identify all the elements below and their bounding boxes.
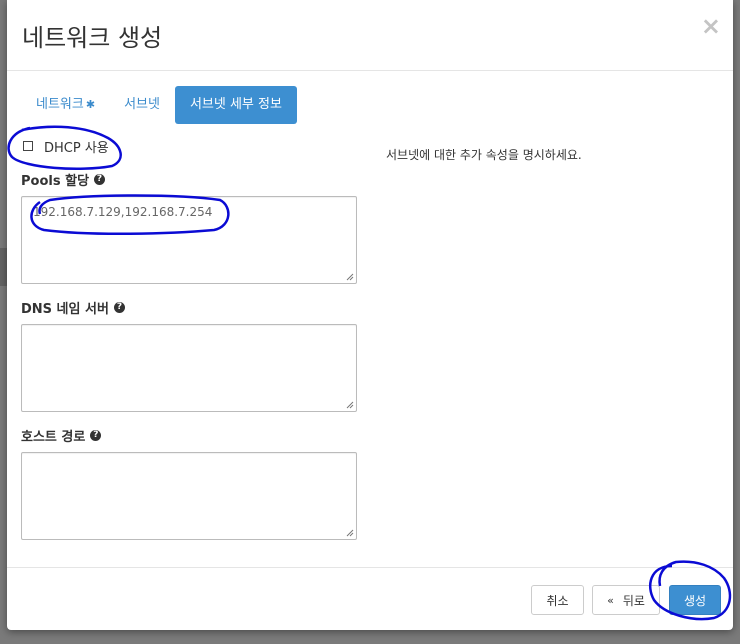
resize-grip-icon[interactable]: [346, 529, 354, 537]
create-button[interactable]: 생성: [669, 585, 721, 615]
tab-subnet-details[interactable]: 서브넷 세부 정보: [174, 86, 297, 124]
dns-textarea[interactable]: [21, 324, 357, 412]
resize-grip-icon[interactable]: [346, 401, 354, 409]
question-circle-icon: ?: [94, 174, 106, 185]
question-circle-icon: ?: [90, 430, 102, 441]
modal-title: 네트워크 생성: [22, 24, 163, 52]
pools-textarea[interactable]: 192.168.7.129,192.168.7.254: [21, 196, 357, 284]
help-text: 서브넷에 대한 추가 속성을 명시하세요.: [386, 148, 582, 162]
modal-header: 네트워크 생성 ×: [7, 0, 733, 71]
back-button-label: 뒤로: [622, 593, 645, 608]
pools-label: Pools 할당 ?: [21, 170, 357, 189]
tab-subnet-details-label: 서브넷 세부 정보: [189, 97, 282, 112]
dhcp-label: DHCP 사용: [44, 140, 109, 156]
tab-subnet-label: 서브넷: [124, 97, 160, 112]
tab-network-label: 네트워크: [36, 97, 84, 112]
pools-value: 192.168.7.129,192.168.7.254: [33, 205, 213, 219]
resize-grip-icon[interactable]: [346, 273, 354, 281]
dns-label: DNS 네임 서버 ?: [21, 298, 357, 317]
dhcp-checkbox-row[interactable]: DHCP 사용: [21, 136, 357, 156]
create-network-modal: 네트워크 생성 × 네트워크 ✱ 서브넷 서브넷 세부 정보 DHCP 사용 Po…: [7, 0, 733, 630]
dhcp-checkbox[interactable]: [23, 141, 33, 151]
close-icon[interactable]: ×: [701, 14, 721, 38]
back-button[interactable]: « 뒤로: [592, 585, 660, 615]
subnet-details-form: DHCP 사용 Pools 할당 ? 192.168.7.129,192.168…: [21, 136, 357, 540]
required-icon: ✱: [85, 98, 96, 111]
tab-subnet[interactable]: 서브넷: [110, 86, 174, 124]
hosts-label-text: 호스트 경로: [21, 430, 86, 445]
host-routes-textarea[interactable]: [21, 452, 357, 540]
hosts-label: 호스트 경로 ?: [21, 426, 357, 445]
double-chevron-left-icon: «: [607, 593, 614, 607]
cancel-button[interactable]: 취소: [531, 585, 584, 615]
pools-label-text: Pools 할당: [21, 174, 90, 189]
modal-footer: 취소 « 뒤로 생성: [7, 567, 733, 631]
wizard-tabs: 네트워크 ✱ 서브넷 서브넷 세부 정보: [22, 86, 298, 126]
create-button-label: 생성: [683, 593, 707, 608]
dns-label-text: DNS 네임 서버: [21, 302, 109, 317]
cancel-button-label: 취소: [546, 593, 569, 608]
question-circle-icon: ?: [113, 302, 125, 313]
tab-network[interactable]: 네트워크 ✱: [22, 86, 109, 124]
